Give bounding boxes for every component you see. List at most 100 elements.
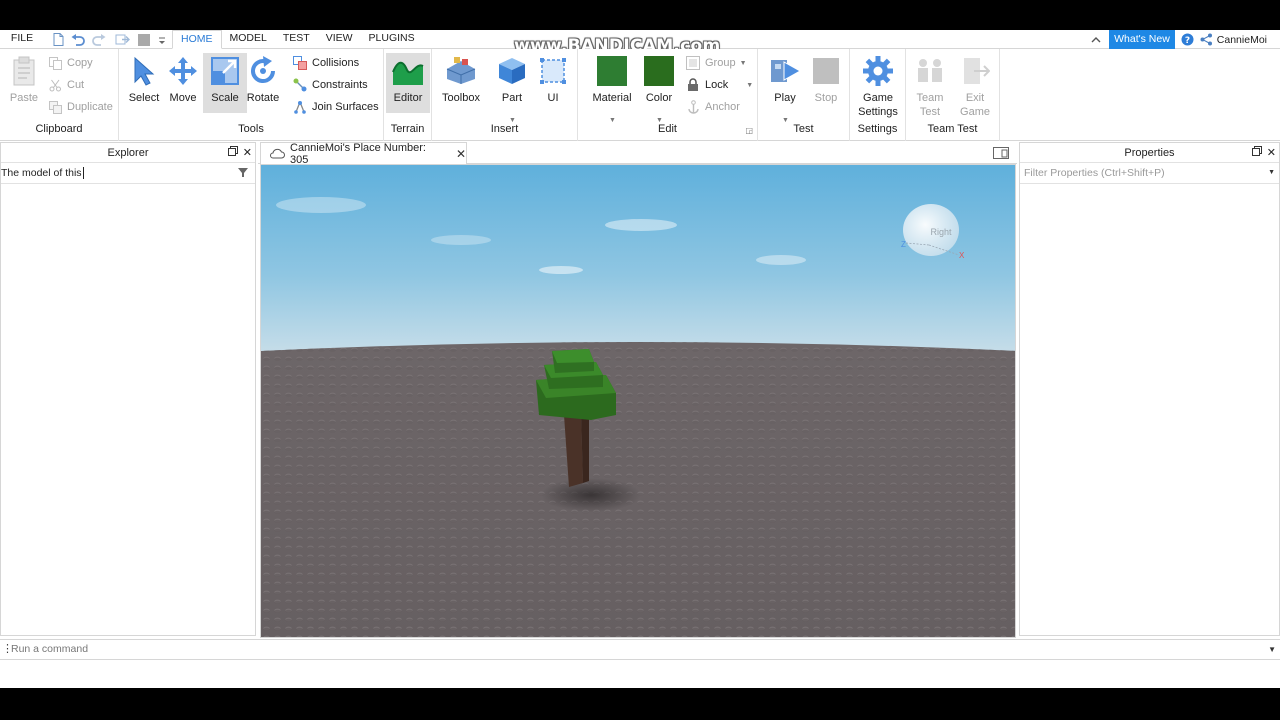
play-icon: [769, 55, 801, 87]
lock-button[interactable]: Lock ▼: [686, 76, 753, 94]
tools-group: Select Move Scale Rotate Collisions Cons…: [119, 49, 384, 141]
constraints-label: Constraints: [312, 79, 368, 91]
move-label: Move: [169, 92, 197, 104]
color-swatch-icon: [643, 55, 675, 87]
anchor-label: Anchor: [705, 101, 740, 113]
undo-icon[interactable]: [70, 32, 86, 47]
tab-test[interactable]: TEST: [275, 30, 318, 49]
paste-icon: [8, 55, 40, 87]
rotate-icon: [247, 55, 279, 87]
stop-button[interactable]: Stop: [804, 53, 848, 113]
cut-button[interactable]: Cut: [48, 76, 84, 94]
exit-game-label-line2: Game: [960, 106, 990, 118]
float-panel-icon[interactable]: [1251, 143, 1262, 163]
stop-label: Stop: [814, 92, 838, 104]
join-surfaces-toggle[interactable]: Join Surfaces: [293, 98, 379, 116]
command-bar: ⋮ Run a command ▼: [0, 639, 1280, 660]
color-button[interactable]: Color ▼: [637, 53, 681, 124]
chevron-down-icon[interactable]: ▼: [1268, 640, 1276, 659]
collisions-toggle[interactable]: Collisions: [293, 54, 359, 72]
select-tool-button[interactable]: Select: [122, 53, 166, 113]
part-button[interactable]: Part ▼: [490, 53, 534, 124]
svg-text:?: ?: [1185, 36, 1190, 46]
restore-layout-icon[interactable]: [993, 147, 1009, 159]
team-test-label-line1: Team: [916, 92, 944, 104]
properties-header: Properties ✕: [1020, 143, 1279, 163]
paste-button[interactable]: Paste: [2, 53, 46, 113]
close-icon[interactable]: ✕: [243, 143, 252, 163]
share-icon[interactable]: [1200, 33, 1213, 46]
editor-label: Editor: [393, 92, 423, 104]
3d-viewport[interactable]: Right Z X: [260, 164, 1016, 638]
constraints-toggle[interactable]: Constraints: [293, 76, 368, 94]
file-menu[interactable]: FILE: [8, 30, 36, 48]
cloud: [605, 219, 677, 231]
clipboard-group: Paste Copy Cut Duplicate Clipboard: [0, 49, 119, 141]
float-panel-icon[interactable]: [227, 143, 238, 163]
tab-plugins[interactable]: PLUGINS: [361, 30, 423, 49]
close-tab-icon[interactable]: ✕: [456, 147, 466, 161]
explorer-panel: Explorer ✕ The model of this: [0, 142, 256, 636]
test-group: Play ▼ Stop Test: [758, 49, 850, 141]
explorer-header: Explorer ✕: [1, 143, 255, 163]
paste-label: Paste: [9, 92, 39, 104]
whats-new-button[interactable]: What's New: [1109, 30, 1175, 49]
place-tab-title: CannieMoi's Place Number: 305: [290, 141, 426, 166]
rotate-tool-button[interactable]: Rotate: [241, 53, 285, 113]
anchor-button[interactable]: Anchor: [686, 98, 740, 116]
tab-home[interactable]: HOME: [172, 30, 222, 49]
constraints-icon: [293, 78, 307, 92]
exit-game-button[interactable]: Exit Game: [953, 53, 997, 118]
new-file-icon[interactable]: [50, 32, 66, 47]
customize-dropdown-icon[interactable]: [154, 32, 170, 47]
collapse-ribbon-icon[interactable]: [1091, 36, 1101, 44]
ui-label: UI: [547, 92, 559, 104]
search-filter-icon[interactable]: [237, 167, 249, 178]
material-button[interactable]: Material ▼: [590, 53, 634, 124]
properties-filter-input[interactable]: Filter Properties (Ctrl+Shift+P) ▼: [1020, 163, 1279, 184]
publish-icon[interactable]: [114, 32, 130, 47]
ui-button[interactable]: UI: [531, 53, 575, 113]
menu-bar: FILE HOME MODEL TEST VIEW PLUGINS www.BA…: [0, 30, 1280, 56]
move-tool-button[interactable]: Move: [161, 53, 205, 113]
rotate-label: Rotate: [246, 92, 280, 104]
toolbox-icon: [445, 55, 477, 87]
place-tab[interactable]: CannieMoi's Place Number: 305 ✕: [260, 141, 467, 166]
explorer-search-input[interactable]: The model of this: [1, 163, 255, 184]
ui-frame-icon: [537, 55, 569, 87]
copy-button[interactable]: Copy: [48, 54, 93, 72]
close-icon[interactable]: ✕: [1267, 143, 1276, 163]
team-test-button[interactable]: Team Test: [908, 53, 952, 118]
edit-group: Material ▼ Color ▼ Group ▼ Lock ▼ Anchor: [578, 49, 758, 141]
game-settings-label-line2: Settings: [858, 106, 898, 118]
play-button[interactable]: Play ▼: [763, 53, 807, 124]
letterbox-bottom: [0, 688, 1280, 720]
terrain-editor-button[interactable]: Editor: [386, 53, 430, 113]
tab-view[interactable]: VIEW: [318, 30, 361, 49]
command-input[interactable]: Run a command: [11, 640, 88, 659]
cloud-icon: [269, 148, 285, 159]
chevron-down-icon[interactable]: ▼: [1268, 163, 1275, 183]
username-label[interactable]: CannieMoi: [1217, 34, 1267, 46]
help-icon[interactable]: ?: [1181, 33, 1194, 46]
join-surfaces-label: Join Surfaces: [312, 101, 379, 113]
lock-label: Lock: [705, 79, 729, 91]
stop-icon[interactable]: [136, 32, 152, 47]
x-axis-label: X: [959, 251, 965, 260]
copy-label: Copy: [67, 57, 93, 69]
text-cursor: [82, 167, 84, 180]
game-settings-button[interactable]: Game Settings: [856, 53, 900, 118]
tab-model[interactable]: MODEL: [222, 30, 275, 49]
group-button[interactable]: Group ▼: [686, 54, 747, 72]
group-dropdown-icon[interactable]: ▼: [740, 60, 747, 67]
toolbox-button[interactable]: Toolbox: [438, 53, 484, 113]
explorer-title: Explorer: [107, 147, 149, 159]
settings-group: Game Settings Settings: [850, 49, 906, 141]
tree-shadow: [541, 478, 641, 512]
lock-dropdown-icon[interactable]: ▼: [746, 82, 753, 89]
team-test-group-label: Team Test: [927, 123, 978, 135]
gear-icon: [862, 55, 894, 87]
redo-icon[interactable]: [91, 32, 107, 47]
color-label: Color: [645, 92, 673, 104]
duplicate-button[interactable]: Duplicate: [48, 98, 113, 116]
